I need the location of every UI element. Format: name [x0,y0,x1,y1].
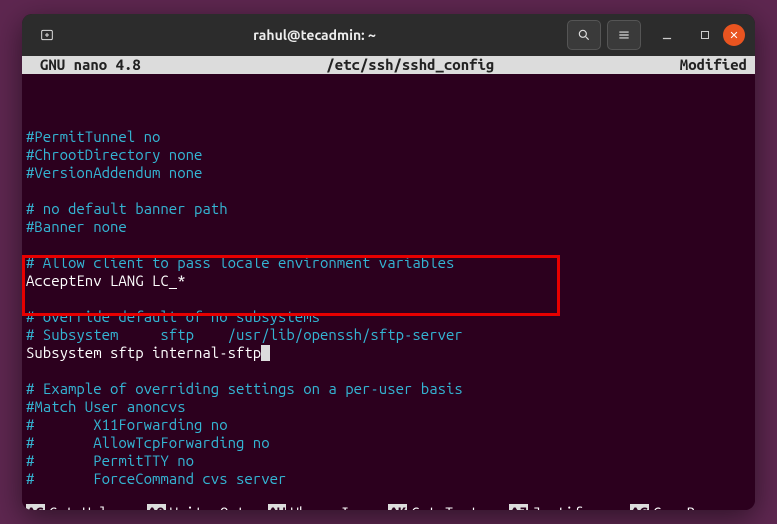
window-title: rahul@tecadmin: ~ [62,27,567,43]
nano-app-name: GNU nano 4.8 [30,56,141,74]
shortcut-label: Write Out [166,504,246,510]
titlebar-left [32,20,62,50]
shortcut-item: ^JJustify [509,504,630,510]
editor-content[interactable]: #PermitTunnel no#ChrootDirectory none#Ve… [22,74,755,510]
titlebar: rahul@tecadmin: ~ [22,14,755,56]
editor-line: # Allow client to pass locale environmen… [26,254,751,272]
editor-line: #PermitTunnel no [26,128,751,146]
close-button[interactable] [723,24,745,46]
new-tab-button[interactable] [32,20,62,50]
editor-line: # no default banner path [26,200,751,218]
editor-line [26,362,751,380]
shortcut-key: ^J [509,504,528,510]
shortcut-label: Cut Text [407,504,478,510]
shortcut-item: ^GGet Help [26,504,147,510]
editor-line: AcceptEnv LANG LC_* [26,272,751,290]
shortcut-label: Get Help [45,504,116,510]
editor-line: #Match User anoncvs [26,398,751,416]
nano-file-path: /etc/ssh/sshd_config [141,56,680,74]
shortcut-label: Justify [528,504,591,510]
shortcut-key: ^G [26,504,45,510]
minimize-button[interactable] [655,23,679,47]
editor-line: Subsystem sftp internal-sftp [26,344,751,362]
editor-line [26,236,751,254]
shortcut-key: ^C [630,504,649,510]
editor-line: # AllowTcpForwarding no [26,434,751,452]
shortcut-item: ^KCut Text [388,504,509,510]
editor-line: #Banner none [26,218,751,236]
menu-button[interactable] [607,20,641,50]
shortcut-label: Cur Pos [649,504,712,510]
shortcut-key: ^W [268,504,287,510]
editor-line [26,290,751,308]
shortcut-item: ^CCur Pos [630,504,751,510]
maximize-button[interactable] [693,23,717,47]
editor-line: # X11Forwarding no [26,416,751,434]
titlebar-right [567,20,745,50]
shortcut-key: ^O [147,504,166,510]
editor-line: # Subsystem sftp /usr/lib/openssh/sftp-s… [26,326,751,344]
editor-line: # PermitTTY no [26,452,751,470]
shortcut-item: ^OWrite Out [147,504,268,510]
nano-header: GNU nano 4.8 /etc/ssh/sshd_config Modifi… [22,56,755,74]
terminal-window: rahul@tecadmin: ~ GNU nano 4.8 /etc/ssh/… [22,14,755,510]
terminal-body[interactable]: GNU nano 4.8 /etc/ssh/sshd_config Modifi… [22,56,755,510]
editor-line: # override default of no subsystems [26,308,751,326]
shortcut-label: Where Is [286,504,357,510]
shortcut-item: ^WWhere Is [268,504,389,510]
search-button[interactable] [567,20,601,50]
editor-line: #VersionAddendum none [26,164,751,182]
cursor [261,345,270,361]
nano-status: Modified [680,56,747,74]
editor-line: # ForceCommand cvs server [26,470,751,488]
nano-shortcuts: ^GGet Help^OWrite Out^WWhere Is^KCut Tex… [22,504,755,510]
editor-line [26,182,751,200]
editor-line: #ChrootDirectory none [26,146,751,164]
shortcut-row-1: ^GGet Help^OWrite Out^WWhere Is^KCut Tex… [26,504,751,510]
editor-line: # Example of overriding settings on a pe… [26,380,751,398]
shortcut-key: ^K [388,504,407,510]
